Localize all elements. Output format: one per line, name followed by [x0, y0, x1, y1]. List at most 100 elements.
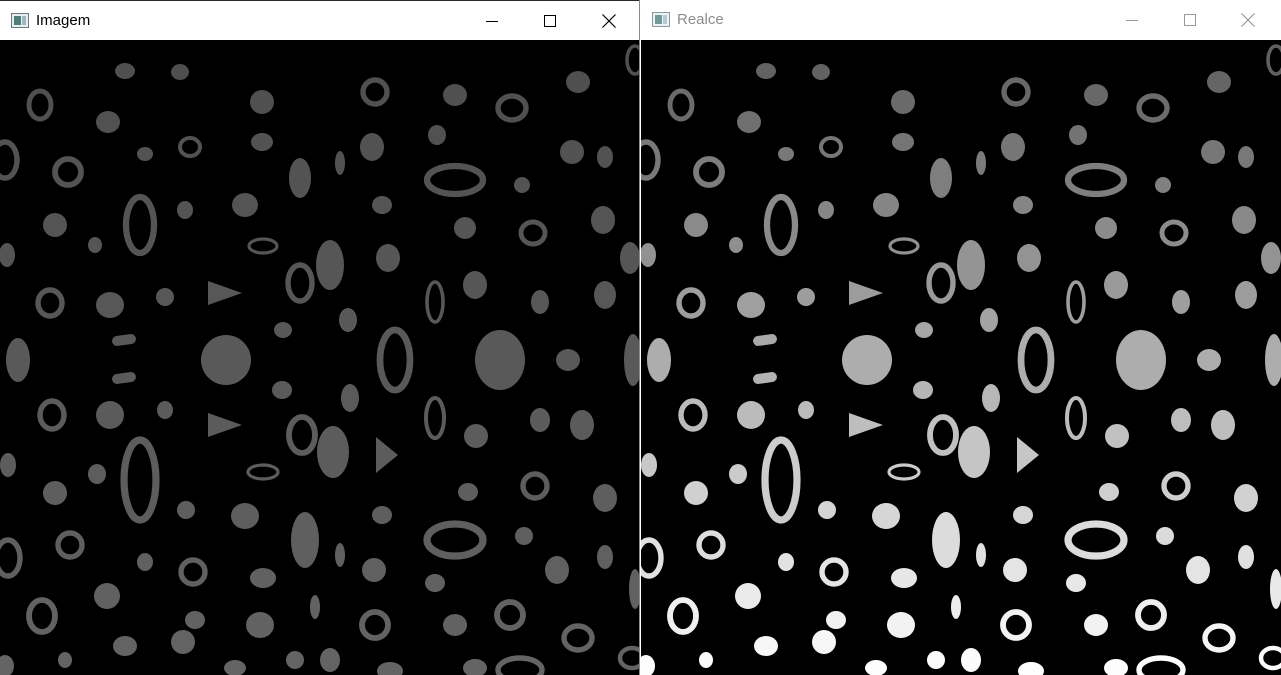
blob-shape [842, 335, 892, 385]
blob-shape [976, 151, 986, 175]
blob-shape [887, 612, 915, 638]
blob-shape [272, 381, 292, 399]
blob-shape [464, 424, 488, 448]
minimize-button[interactable] [1109, 0, 1155, 40]
blob-shape [1013, 506, 1033, 524]
blob-shape [1270, 569, 1281, 609]
blob-shape [1201, 140, 1225, 164]
opencv-window-icon [652, 12, 670, 27]
blob-shape [1258, 645, 1281, 671]
blob-shape [157, 401, 173, 419]
blob-shape [624, 334, 639, 386]
blob-shape [641, 139, 661, 181]
blob-shape [729, 464, 747, 484]
blob-shape [317, 426, 349, 478]
blob-shape [35, 287, 65, 319]
blob-shape [531, 290, 549, 314]
blob-shape [316, 240, 344, 290]
blob-shape [320, 648, 340, 672]
blob-shape [818, 501, 836, 519]
blob-shape [591, 206, 615, 234]
blob-shape [286, 414, 318, 456]
blob-shape [458, 483, 478, 501]
maximize-icon [1184, 14, 1196, 26]
blob-shape [178, 557, 208, 587]
blob-shape [88, 237, 102, 253]
image-canvas[interactable] [0, 40, 639, 675]
blob-shape [927, 651, 945, 669]
blob-shape [566, 71, 590, 93]
blob-shape [756, 63, 776, 79]
blob-shape [888, 237, 920, 255]
opencv-window-icon [11, 13, 29, 28]
blob-shape [594, 281, 616, 309]
blob-shape [647, 338, 671, 382]
blob-shape [360, 133, 384, 161]
blob-shape [0, 139, 20, 181]
blob-shape [1238, 545, 1254, 569]
blob-shape [812, 630, 836, 654]
blob-shape [376, 326, 414, 394]
close-button[interactable] [1225, 0, 1271, 40]
blob-shape [43, 481, 67, 505]
image-canvas[interactable] [641, 40, 1281, 675]
blob-shape [115, 63, 135, 79]
blob-shape [818, 135, 844, 159]
imagem-titlebar[interactable]: Imagem [0, 0, 639, 40]
blob-shape [1104, 659, 1128, 675]
minimize-button[interactable] [469, 1, 515, 41]
blob-shape [625, 44, 639, 76]
blob-shape [1171, 408, 1191, 432]
blob-shape [1099, 483, 1119, 501]
blob-shape [122, 193, 158, 257]
blob-shape [428, 125, 446, 145]
blob-shape [1265, 334, 1281, 386]
blob-shape [359, 609, 391, 641]
blob-shape [597, 146, 613, 168]
blob-shape [310, 595, 320, 619]
blob-shape [1018, 662, 1044, 675]
maximize-button[interactable] [1167, 0, 1213, 40]
blob-shape [1232, 206, 1256, 234]
blob-shape [778, 553, 794, 571]
blob-shape [335, 151, 345, 175]
blob-shape [753, 334, 777, 346]
blob-shape [247, 237, 279, 255]
blob-shape [26, 88, 54, 122]
blob-shape [463, 659, 487, 675]
blob-shape [597, 545, 613, 569]
blob-shape [684, 213, 708, 237]
close-button[interactable] [586, 1, 632, 41]
maximize-button[interactable] [527, 1, 573, 41]
blob-shape [0, 243, 15, 267]
blob-shape [729, 237, 743, 253]
blob-shape [1069, 125, 1087, 145]
blob-shape [1238, 146, 1254, 168]
blob-shape [891, 568, 917, 588]
blob-shape [980, 308, 998, 332]
blob-shape [560, 140, 584, 164]
imagem-window: Imagem [0, 0, 640, 675]
blob-shape [55, 530, 85, 560]
blob-shape [641, 655, 655, 675]
blob-shape [976, 543, 986, 567]
blob-shape [693, 156, 725, 188]
realce-titlebar[interactable]: Realce [641, 0, 1281, 40]
blob-shape [495, 655, 545, 675]
blob-shape [1135, 599, 1167, 631]
blob-shape [88, 464, 106, 484]
blob-shape [232, 193, 258, 217]
blob-shape [873, 193, 899, 217]
blob-shape [250, 568, 276, 588]
blob-shape [737, 111, 761, 133]
blob-shape [246, 463, 280, 481]
blob-shape [1003, 558, 1027, 582]
blob-shape [1155, 177, 1171, 193]
blob-shape [423, 162, 487, 198]
window-title: Realce [677, 11, 724, 28]
blob-shape [58, 652, 72, 668]
blob-shape [761, 436, 801, 524]
blob-shape [208, 413, 242, 437]
blob-shape [958, 426, 990, 478]
blob-shape [177, 201, 193, 219]
